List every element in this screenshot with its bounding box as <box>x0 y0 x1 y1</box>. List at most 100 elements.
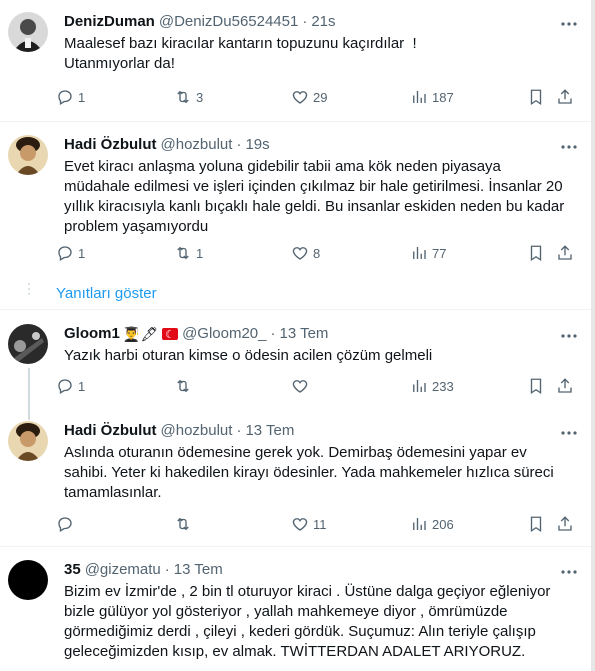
divider <box>0 121 595 122</box>
separator-dot: · <box>270 325 276 342</box>
reply-button[interactable] <box>56 514 74 534</box>
author-handle[interactable]: @Gloom20_ <box>182 324 266 344</box>
bookmark-button[interactable] <box>527 87 545 107</box>
bookmark-button[interactable] <box>527 514 545 534</box>
more-icon[interactable] <box>559 137 579 157</box>
more-icon[interactable] <box>559 562 579 582</box>
tweet-text: Yazık harbi oturan kimse o ödesin acilen… <box>64 347 433 364</box>
like-button[interactable]: 8 <box>291 243 320 263</box>
avatar-column <box>8 324 56 407</box>
timestamp[interactable]: 19s <box>245 135 269 155</box>
views-icon <box>413 380 426 392</box>
author-name[interactable]: Hadi Özbulut <box>64 421 157 441</box>
share-icon <box>558 378 572 393</box>
separator-dot: · <box>236 422 242 439</box>
bookmark-button[interactable] <box>527 376 545 396</box>
reply-button[interactable]: 1 <box>56 376 85 396</box>
tweet-actions: 1 3 29 187 <box>56 87 579 107</box>
author-name[interactable]: DenizDuman <box>64 12 155 32</box>
bookmark-icon <box>530 516 542 533</box>
avatar[interactable] <box>8 135 48 175</box>
views-button[interactable]: 233 <box>410 376 454 396</box>
like-icon <box>292 518 308 531</box>
tweet[interactable]: Hadi Özbulut @hozbulut · 13 Tem Aslında … <box>0 409 595 546</box>
views-icon <box>413 247 426 259</box>
avatar[interactable] <box>8 12 48 52</box>
tweet[interactable]: 35 @gizematu · 13 Tem Bizim ev İzmir'de … <box>0 548 595 671</box>
reply-button[interactable]: 1 <box>56 243 85 263</box>
timestamp[interactable]: 13 Tem <box>245 421 294 441</box>
name-emojis: 👨‍🎓🖋 <box>122 326 159 342</box>
share-button[interactable] <box>556 87 574 107</box>
retweet-button[interactable]: 3 <box>174 87 203 107</box>
share-icon <box>558 516 572 531</box>
author-handle[interactable]: @hozbulut <box>161 135 233 155</box>
views-button[interactable]: 77 <box>410 243 446 263</box>
scrollbar[interactable] <box>591 0 595 671</box>
retweet-button[interactable] <box>174 514 192 534</box>
separator-dot: · <box>302 13 308 30</box>
reply-icon <box>58 90 72 105</box>
more-icon[interactable] <box>559 326 579 346</box>
tweet[interactable]: Gloom1 👨‍🎓🖋 @Gloom20_ · 13 Tem Yazık har… <box>0 312 595 420</box>
tweet-text: Bizim ev İzmir'de , 2 bin tl oturuyor ki… <box>64 583 555 660</box>
timestamp[interactable]: 13 Tem <box>280 324 329 344</box>
views-count: 187 <box>432 89 454 105</box>
divider <box>0 309 595 310</box>
retweet-icon <box>177 90 189 104</box>
like-button[interactable] <box>291 376 309 396</box>
like-count: 8 <box>313 245 321 261</box>
retweet-button[interactable] <box>174 376 192 396</box>
timestamp[interactable]: 21s <box>311 12 335 32</box>
author-handle[interactable]: @gizematu <box>85 560 161 580</box>
share-button[interactable] <box>556 243 574 263</box>
tweet-header: 35 @gizematu · 13 Tem <box>64 560 579 580</box>
avatar[interactable] <box>8 421 48 461</box>
reply-button[interactable]: 1 <box>56 87 85 107</box>
reply-icon <box>58 246 72 261</box>
timestamp[interactable]: 13 Tem <box>174 560 223 580</box>
tweet[interactable]: Hadi Özbulut @hozbulut · 19s Evet kiracı… <box>0 123 595 283</box>
share-button[interactable] <box>556 376 574 396</box>
share-button[interactable] <box>556 514 574 534</box>
like-button[interactable]: 11 <box>291 514 327 534</box>
retweet-icon <box>177 379 189 393</box>
author-name[interactable]: Gloom1 <box>64 324 120 344</box>
author-handle[interactable]: @DenizDu56524451 <box>159 12 299 32</box>
like-icon <box>292 91 308 104</box>
show-replies-link[interactable]: Yanıtları göster <box>0 283 595 303</box>
bookmark-icon <box>530 378 542 395</box>
more-icon[interactable] <box>559 14 579 34</box>
author-handle[interactable]: @hozbulut <box>161 421 233 441</box>
reply-count: 1 <box>78 89 86 105</box>
author-name[interactable]: Hadi Özbulut <box>64 135 157 155</box>
views-button[interactable]: 187 <box>410 87 454 107</box>
share-icon <box>558 245 572 260</box>
reply-count: 1 <box>78 378 86 394</box>
tweet-header: Hadi Özbulut @hozbulut · 19s <box>64 135 579 155</box>
thread-dots <box>28 283 30 295</box>
views-count: 206 <box>432 516 454 532</box>
tweet-header: DenizDuman @DenizDu56524451 · 21s <box>64 12 579 32</box>
views-button[interactable]: 206 <box>410 514 454 534</box>
avatar[interactable] <box>8 560 48 600</box>
tweet-content: 35 @gizematu · 13 Tem Bizim ev İzmir'de … <box>64 560 579 671</box>
turkey-flag-icon <box>162 325 179 345</box>
bookmark-icon <box>530 245 542 262</box>
divider <box>0 546 595 547</box>
bookmark-icon <box>530 89 542 106</box>
tweet-actions: 11 206 <box>56 514 579 534</box>
reply-icon <box>58 379 72 394</box>
retweet-button[interactable]: 1 <box>174 243 203 263</box>
author-name[interactable]: 35 <box>64 560 81 580</box>
retweet-count: 3 <box>196 89 204 105</box>
like-button[interactable]: 29 <box>291 87 327 107</box>
bookmark-button[interactable] <box>527 243 545 263</box>
views-icon <box>413 518 426 530</box>
tweet[interactable]: DenizDuman @DenizDu56524451 · 21s Maales… <box>0 0 595 123</box>
reply-feed: DenizDuman @DenizDu56524451 · 21s Maales… <box>0 0 595 671</box>
avatar-column <box>8 421 56 546</box>
avatar[interactable] <box>8 324 48 364</box>
more-icon[interactable] <box>559 423 579 443</box>
separator-dot: · <box>236 136 242 153</box>
